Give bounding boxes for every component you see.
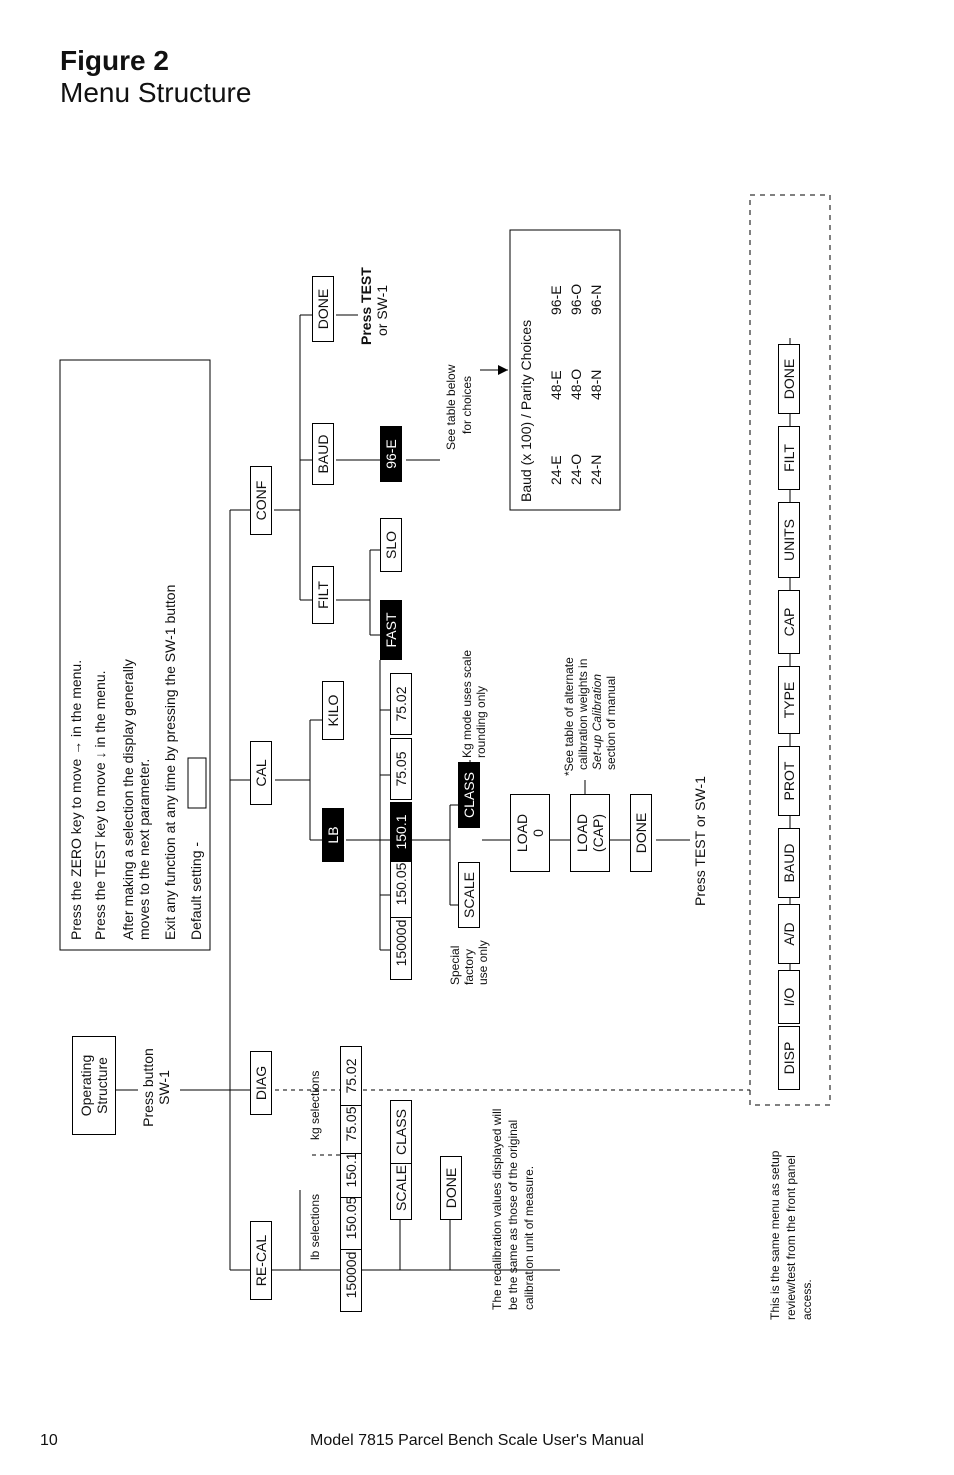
cal-75-05: 75.05	[390, 738, 412, 800]
recal-class: CLASS	[390, 1100, 412, 1164]
cal-star3: Set-up Calibration	[590, 674, 604, 770]
recal-box: RE-CAL	[250, 1221, 272, 1300]
conf-done: DONE	[312, 276, 334, 342]
press-sw1: SW-1	[156, 1040, 172, 1135]
cal-75-02: 75.02	[390, 673, 412, 735]
operating: Operating	[78, 1055, 94, 1116]
see2: for choices	[460, 376, 474, 434]
bottom-note3: access.	[800, 1279, 814, 1320]
cal-spec3: use only	[476, 940, 490, 985]
cal-loadcap-a: LOAD	[574, 814, 590, 852]
b-ad: A/D	[778, 904, 800, 964]
cal-loadcap: LOAD (CAP)	[570, 794, 610, 872]
structure: Structure	[94, 1057, 110, 1114]
conf-fast: FAST	[380, 600, 402, 660]
b-filt: FILT	[778, 426, 800, 490]
cal-150-1: 150.1	[390, 802, 412, 862]
t33: 96-N	[588, 285, 604, 315]
conf-filt: FILT	[312, 566, 334, 624]
t12: 48-E	[548, 370, 564, 400]
cal-kgnote1: Kg mode uses scale	[460, 650, 474, 758]
tbl-head: Baud (x 100) / Parity Choices	[518, 320, 534, 502]
figure-title: Figure 2 Menu Structure	[60, 45, 251, 109]
cal-load0-a: LOAD	[514, 814, 530, 852]
conf-96e: 96-E	[380, 426, 402, 482]
recal-note3: calibration unit of measure.	[522, 1166, 536, 1310]
figure-number: Figure 2	[60, 45, 251, 77]
b-io: I/O	[778, 970, 800, 1024]
recal-done: DONE	[440, 1156, 462, 1220]
cal-star1: *See table of alternate	[562, 657, 576, 776]
recal-note1: The recalibration values displayed will	[490, 1109, 504, 1310]
lb-selections: lb selections	[308, 1194, 322, 1260]
legend-after1: After making a selection the display gen…	[120, 659, 136, 940]
t22: 48-O	[568, 369, 584, 400]
recal-scale: SCALE	[390, 1156, 412, 1220]
cal-star2: calibration weights in	[576, 659, 590, 770]
cal-kgnote2: rounding only	[474, 686, 488, 758]
t13: 96-E	[548, 285, 564, 315]
t31: 24-N	[588, 455, 604, 485]
legend-after2: moves to the next parameter.	[136, 759, 152, 940]
cal-lb: LB	[322, 808, 344, 862]
legend-default: Default setting -	[188, 842, 204, 940]
bottom-note1: This is the same menu as setup	[768, 1151, 782, 1320]
t11: 24-E	[548, 455, 564, 485]
cal-scale: SCALE	[458, 862, 480, 928]
cal-done: DONE	[630, 794, 652, 872]
cal-star4: section of manual	[604, 676, 618, 770]
legend-zero: Press the ZERO key to move → in the menu…	[68, 660, 84, 940]
conf-pressB: or SW-1	[374, 285, 390, 336]
b-prot: PROT	[778, 746, 800, 816]
operating-structure-box: Operating Structure	[72, 1036, 116, 1135]
conf-baud: BAUD	[312, 423, 334, 485]
cal-spec1: Special	[448, 946, 462, 985]
cal-spec2: factory	[462, 949, 476, 985]
conf-box: CONF	[250, 466, 272, 535]
cal-loadcap-b: (CAP)	[590, 814, 606, 852]
cal-box: CAL	[250, 741, 272, 805]
cal-kilo: KILO	[322, 681, 344, 740]
b-done: DONE	[778, 344, 800, 414]
cal-end: Press TEST or SW-1	[692, 776, 708, 906]
legend-test: Press the TEST key to move ↓ in the menu…	[92, 671, 108, 941]
press-button: Press button	[140, 1040, 156, 1135]
b-disp: DISP	[778, 1026, 800, 1090]
page-footer: Model 7815 Parcel Bench Scale User's Man…	[0, 1432, 954, 1450]
conf-pressA: Press TEST	[358, 267, 374, 345]
recal-note2: be the same as those of the original	[506, 1120, 520, 1310]
conf-slo: SLO	[380, 518, 402, 572]
menu-structure-diagram: Press the ZERO key to move → in the menu…	[50, 150, 900, 1380]
figure-name: Menu Structure	[60, 77, 251, 109]
recal-75-02: 75.02	[340, 1046, 362, 1106]
t32: 48-N	[588, 370, 604, 400]
b-type: TYPE	[778, 666, 800, 734]
see1: See table below	[444, 365, 458, 450]
b-baud: BAUD	[778, 828, 800, 898]
t21: 24-O	[568, 454, 584, 485]
b-cap: CAP	[778, 590, 800, 654]
legend-exit: Exit any function at any time by pressin…	[162, 585, 178, 940]
cal-load0-b: 0	[530, 829, 546, 837]
cal-class: CLASS	[458, 762, 480, 828]
b-units: UNITS	[778, 502, 800, 578]
t23: 96-O	[568, 284, 584, 315]
bottom-note2: review/test from the front panel	[784, 1155, 798, 1320]
cal-load0: LOAD 0	[510, 794, 550, 872]
kg-selections: kg selections	[308, 1071, 322, 1140]
diag-box: DIAG	[250, 1051, 272, 1115]
